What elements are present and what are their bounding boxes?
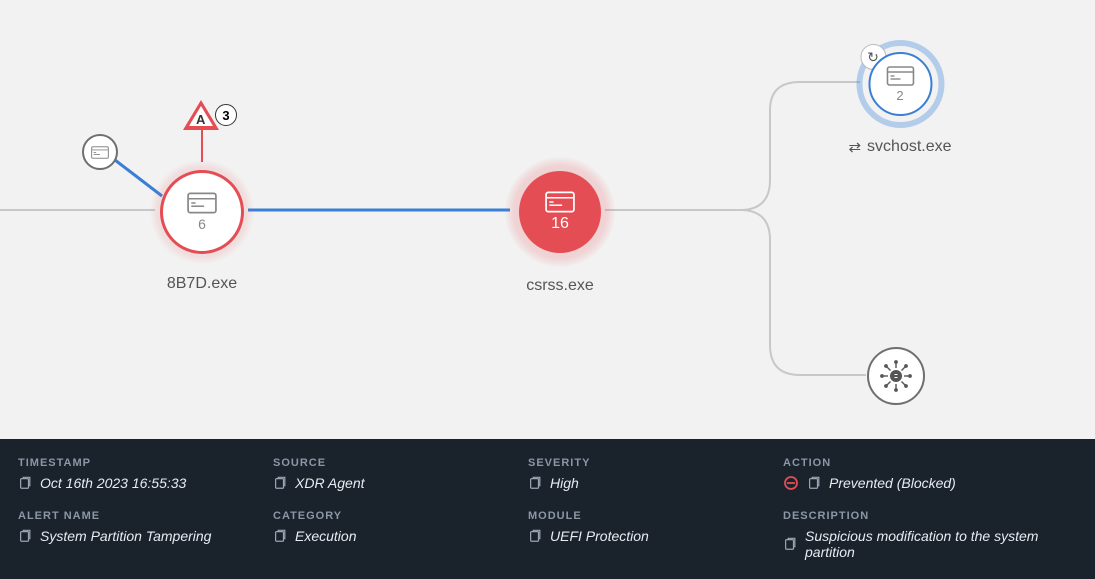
copy-icon[interactable] [807, 476, 821, 490]
field-category: CATEGORY Execution [273, 510, 508, 563]
copy-icon[interactable] [273, 476, 287, 490]
alert-letter: A [196, 112, 205, 127]
node-halo: ↻ 2 [856, 40, 944, 128]
node-circle [867, 347, 925, 405]
process-graph-canvas: A 3 6 8B7D.exe [0, 0, 1095, 440]
field-alert-name: ALERT NAME System Partition Tampering [18, 510, 253, 563]
event-count: 16 [551, 215, 569, 233]
event-count: 2 [896, 88, 903, 103]
alert-marker[interactable]: A 3 [183, 100, 237, 130]
field-action: ACTION Prevented (Blocked) [783, 457, 1077, 494]
window-icon [187, 192, 217, 214]
process-label: csrss.exe [526, 277, 594, 295]
field-module: MODULE UEFI Protection [528, 510, 763, 563]
node-circle: 2 [868, 52, 932, 116]
field-label: SOURCE [273, 457, 508, 469]
alert-count-badge: 3 [215, 104, 237, 126]
field-label: CATEGORY [273, 510, 508, 522]
field-label: ACTION [783, 457, 1077, 469]
field-label: TIMESTAMP [18, 457, 253, 469]
field-label: DESCRIPTION [783, 510, 1077, 522]
window-icon [545, 191, 575, 213]
node-circle: 6 [160, 170, 244, 254]
network-icon [879, 359, 913, 393]
process-label-text: svchost.exe [867, 138, 951, 156]
process-label: ⇄ svchost.exe [848, 138, 951, 156]
node-halo: 16 [505, 157, 615, 267]
field-value: System Partition Tampering [40, 528, 211, 544]
field-label: ALERT NAME [18, 510, 253, 522]
network-node[interactable] [867, 347, 925, 405]
process-node-parent[interactable] [82, 134, 118, 170]
alert-triangle-icon: A [183, 100, 219, 130]
process-node-main[interactable]: 6 8B7D.exe [149, 159, 255, 293]
process-node-svchost[interactable]: ↻ 2 ⇄ svchost.exe [848, 40, 951, 156]
node-circle [82, 134, 118, 170]
field-label: MODULE [528, 510, 763, 522]
blocked-icon [783, 475, 799, 491]
window-icon [91, 146, 109, 159]
node-halo: 6 [149, 159, 255, 265]
window-icon [886, 66, 914, 86]
field-label: SEVERITY [528, 457, 763, 469]
recycle-icon: ⇄ [848, 138, 861, 156]
field-severity: SEVERITY High [528, 457, 763, 494]
copy-icon[interactable] [18, 476, 32, 490]
process-label: 8B7D.exe [167, 275, 237, 293]
copy-icon[interactable] [273, 529, 287, 543]
copy-icon[interactable] [528, 529, 542, 543]
field-timestamp: TIMESTAMP Oct 16th 2023 16:55:33 [18, 457, 253, 494]
copy-icon[interactable] [18, 529, 32, 543]
event-count: 6 [198, 216, 206, 232]
field-value: Execution [295, 528, 356, 544]
field-source: SOURCE XDR Agent [273, 457, 508, 494]
field-value: High [550, 475, 579, 491]
field-description: DESCRIPTION Suspicious modification to t… [783, 510, 1077, 563]
process-node-csrss[interactable]: 16 csrss.exe [505, 157, 615, 295]
field-value: Prevented (Blocked) [829, 475, 956, 491]
field-value: Oct 16th 2023 16:55:33 [40, 475, 186, 491]
node-circle: 16 [519, 171, 601, 253]
field-value: Suspicious modification to the system pa… [805, 528, 1077, 560]
alert-details-panel: TIMESTAMP Oct 16th 2023 16:55:33 SOURCE … [0, 439, 1095, 579]
field-value: UEFI Protection [550, 528, 649, 544]
copy-icon[interactable] [783, 537, 797, 551]
field-value: XDR Agent [295, 475, 365, 491]
copy-icon[interactable] [528, 476, 542, 490]
